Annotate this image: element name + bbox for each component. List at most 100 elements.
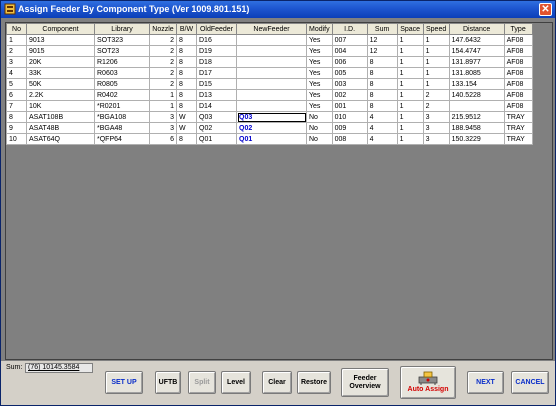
table-cell: 8 xyxy=(176,133,197,145)
table-cell: 2 xyxy=(422,89,450,101)
table-cell: 8 xyxy=(176,89,197,101)
table-cell: 1 xyxy=(396,67,424,79)
table-cell[interactable] xyxy=(236,67,307,79)
table-row[interactable]: 7 10K *R0201 1 8 D14 Yes 001 8 1 2 AF08 xyxy=(6,100,533,112)
table-cell: 2 xyxy=(149,67,177,79)
table-cell: AF08 xyxy=(503,67,533,79)
sum-label: Sum: xyxy=(6,364,23,371)
table-cell: 008 xyxy=(331,133,368,145)
column-header[interactable]: OldFeeder xyxy=(196,23,237,35)
column-header[interactable]: NewFeeder xyxy=(236,23,307,35)
table-cell: AF08 xyxy=(503,45,533,57)
table-row[interactable]: 9 ASAT48B *BGA48 3 W Q02 Q02 No 009 4 1 3 188.9458 TR… xyxy=(6,122,533,134)
table-cell: *BGA108 xyxy=(94,111,150,123)
table-cell[interactable] xyxy=(236,100,307,112)
table-row[interactable]: 3 20K R1206 2 8 D18 Yes 006 8 1 1 131.8977 AF08 xyxy=(6,56,533,68)
column-header[interactable]: Nozzle xyxy=(149,23,177,35)
column-header[interactable]: Type xyxy=(503,23,533,35)
close-button[interactable]: ✕ xyxy=(539,3,552,16)
table-cell: 154.4747 xyxy=(448,45,505,57)
auto-assign-button[interactable]: Auto Assign xyxy=(400,366,456,399)
sum-value: (76) 10145.3584 xyxy=(25,363,93,373)
table-cell: ASAT48B xyxy=(26,122,95,134)
table-cell: 9013 xyxy=(26,34,95,46)
table-row[interactable]: 4 33K R0603 2 8 D17 Yes 005 8 1 1 131.8085 AF08 xyxy=(6,67,533,79)
feeder-overview-button[interactable]: Feeder Overview xyxy=(341,368,389,397)
table-cell[interactable] xyxy=(236,89,307,101)
table-cell: 4 xyxy=(366,111,398,123)
table-cell[interactable] xyxy=(236,78,307,90)
table-cell: 2 xyxy=(149,56,177,68)
column-header[interactable]: Component xyxy=(26,23,95,35)
next-button[interactable]: NEXT xyxy=(467,371,504,394)
uftb-button[interactable]: UFTB xyxy=(155,371,181,394)
table-cell: *R0201 xyxy=(94,100,150,112)
table-cell: 4 xyxy=(366,122,398,134)
table-cell: 5 xyxy=(6,78,27,90)
table-cell: 8 xyxy=(176,78,197,90)
table-cell: 6 xyxy=(149,133,177,145)
table-header-row: No Component Library Nozzle B/W OldFeeder NewF… xyxy=(6,23,533,35)
table-cell[interactable] xyxy=(236,34,307,46)
table-cell: 10K xyxy=(26,100,95,112)
table-cell: AF08 xyxy=(503,78,533,90)
table-cell: 8 xyxy=(366,67,398,79)
table-cell: R0603 xyxy=(94,67,150,79)
table-row[interactable]: 5 50K R0805 2 8 D15 Yes 003 8 1 1 133.154 AF08 xyxy=(6,78,533,90)
table-cell: Q03 xyxy=(196,111,237,123)
table-cell: W xyxy=(176,111,197,123)
table-cell: No xyxy=(306,122,333,134)
table-row[interactable]: 6 2.2K R0402 1 8 D13 Yes 002 8 1 2 140.5228 AF08 xyxy=(6,89,533,101)
level-button[interactable]: Level xyxy=(221,371,251,394)
table-cell: 1 xyxy=(422,78,450,90)
table-row[interactable]: 2 9015 SOT23 2 8 D19 Yes 004 12 1 1 154.4747 AF08 xyxy=(6,45,533,57)
restore-button[interactable]: Restore xyxy=(297,371,331,394)
table-cell: 20K xyxy=(26,56,95,68)
table-cell: TRAY xyxy=(503,111,533,123)
column-header[interactable]: Speed xyxy=(422,23,450,35)
table-row[interactable]: 10 ASAT64Q *QFP64 6 8 Q01 Q01 No 008 4 1 3 150.3229 T… xyxy=(6,133,533,145)
table-cell[interactable] xyxy=(236,56,307,68)
table-cell[interactable]: Q01 xyxy=(236,133,307,145)
table-cell: 2 xyxy=(149,78,177,90)
table-cell: 8 xyxy=(366,78,398,90)
table-cell[interactable] xyxy=(236,45,307,57)
column-header[interactable]: Space xyxy=(396,23,424,35)
cancel-button[interactable]: CANCEL xyxy=(511,371,549,394)
table-cell: Yes xyxy=(306,78,333,90)
table-cell: D17 xyxy=(196,67,237,79)
table-cell: ASAT64Q xyxy=(26,133,95,145)
table-cell: 6 xyxy=(6,89,27,101)
table-cell: 1 xyxy=(6,34,27,46)
column-header[interactable]: B/W xyxy=(176,23,197,35)
table-cell: ASAT108B xyxy=(26,111,95,123)
table-row[interactable]: 1 9013 SOT323 2 8 D16 Yes 007 12 1 1 147.6432 AF08 xyxy=(6,34,533,46)
column-header[interactable]: Sum xyxy=(366,23,398,35)
split-button[interactable]: Split xyxy=(188,371,216,394)
table-cell: 3 xyxy=(149,122,177,134)
column-header[interactable]: Library xyxy=(94,23,150,35)
table-cell: Q02 xyxy=(196,122,237,134)
table-cell[interactable]: Q03 xyxy=(236,111,307,123)
table-cell: 50K xyxy=(26,78,95,90)
column-header[interactable]: I.D. xyxy=(331,23,368,35)
table-cell: 1 xyxy=(396,89,424,101)
table-cell: 3 xyxy=(149,111,177,123)
feeder-grid[interactable]: No Component Library Nozzle B/W OldFeeder NewF… xyxy=(5,22,553,360)
table-cell: *QFP64 xyxy=(94,133,150,145)
table-cell: D16 xyxy=(196,34,237,46)
setup-button[interactable]: SET UP xyxy=(105,371,143,394)
table-cell: R0402 xyxy=(94,89,150,101)
table-cell: Q01 xyxy=(196,133,237,145)
table-cell: 4 xyxy=(6,67,27,79)
column-header[interactable]: Modify xyxy=(306,23,333,35)
table-cell[interactable]: Q02 xyxy=(236,122,307,134)
table-cell: D13 xyxy=(196,89,237,101)
table-cell: 2 xyxy=(6,45,27,57)
clear-button[interactable]: Clear xyxy=(262,371,292,394)
column-header[interactable]: Distance xyxy=(448,23,505,35)
table-row[interactable]: 8 ASAT108B *BGA108 3 W Q03 Q03 No 010 4 1 3 215.9512… xyxy=(6,111,533,123)
table-cell: AF08 xyxy=(503,34,533,46)
column-header[interactable]: No xyxy=(6,23,27,35)
table-cell: 131.8977 xyxy=(448,56,505,68)
